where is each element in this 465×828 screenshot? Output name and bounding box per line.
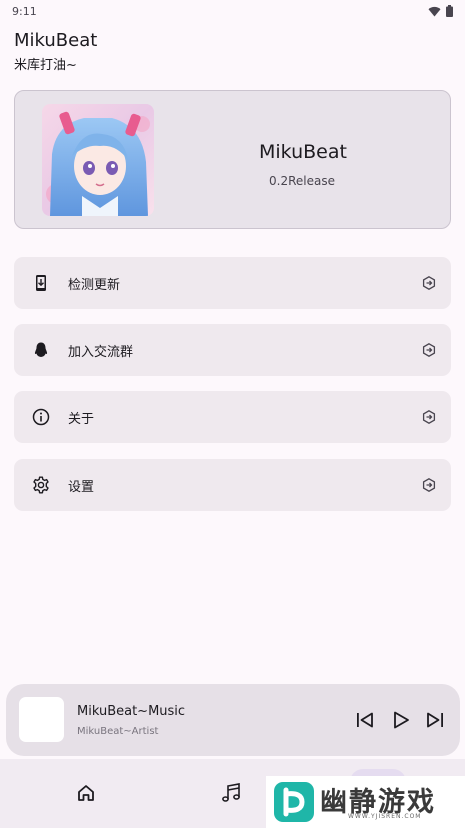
app-info-card: MikuBeat 0.2Release [14,90,451,229]
info-icon [32,408,50,426]
home-icon[interactable] [74,781,98,805]
watermark-logo [274,782,314,822]
chevron-right-icon [422,478,436,492]
watermark: 幽静游戏 WWW.YJISREN.COM [266,776,465,828]
player-album-art [19,697,64,742]
status-bar: 9:11 [0,0,465,22]
menu-label: 设置 [68,480,95,495]
watermark-url: WWW.YJISREN.COM [348,813,422,820]
app-version: 0.2Release [269,174,335,188]
app-subtitle: 米库打油~ [14,58,77,73]
menu-label: 检测更新 [68,278,121,293]
qq-icon [34,342,48,357]
menu-join-group[interactable]: 加入交流群 [14,324,451,376]
status-time: 9:11 [12,4,37,18]
player-track-artist: MikuBeat~Artist [77,726,159,737]
wifi-icon [428,6,441,17]
menu-about[interactable]: 关于 [14,391,451,443]
status-icons [428,5,453,17]
menu-label: 加入交流群 [68,345,134,360]
app-title: MikuBeat [14,30,98,51]
app-name: MikuBeat [259,141,347,163]
next-track-icon[interactable] [424,709,446,731]
music-note-icon[interactable] [219,781,243,805]
play-icon[interactable] [390,709,412,731]
mini-player[interactable]: MikuBeat~Music MikuBeat~Artist [6,684,460,756]
chevron-right-icon [422,410,436,424]
chevron-right-icon [422,343,436,357]
gear-icon [33,476,49,494]
menu-label: 关于 [68,412,95,427]
battery-icon [446,5,453,17]
app-cover-art [42,104,154,216]
player-track-title: MikuBeat~Music [77,704,186,719]
previous-track-icon[interactable] [354,709,376,731]
menu-settings[interactable]: 设置 [14,459,451,511]
phone-download-icon [36,275,46,291]
menu-check-update[interactable]: 检测更新 [14,257,451,309]
chevron-right-icon [422,276,436,290]
